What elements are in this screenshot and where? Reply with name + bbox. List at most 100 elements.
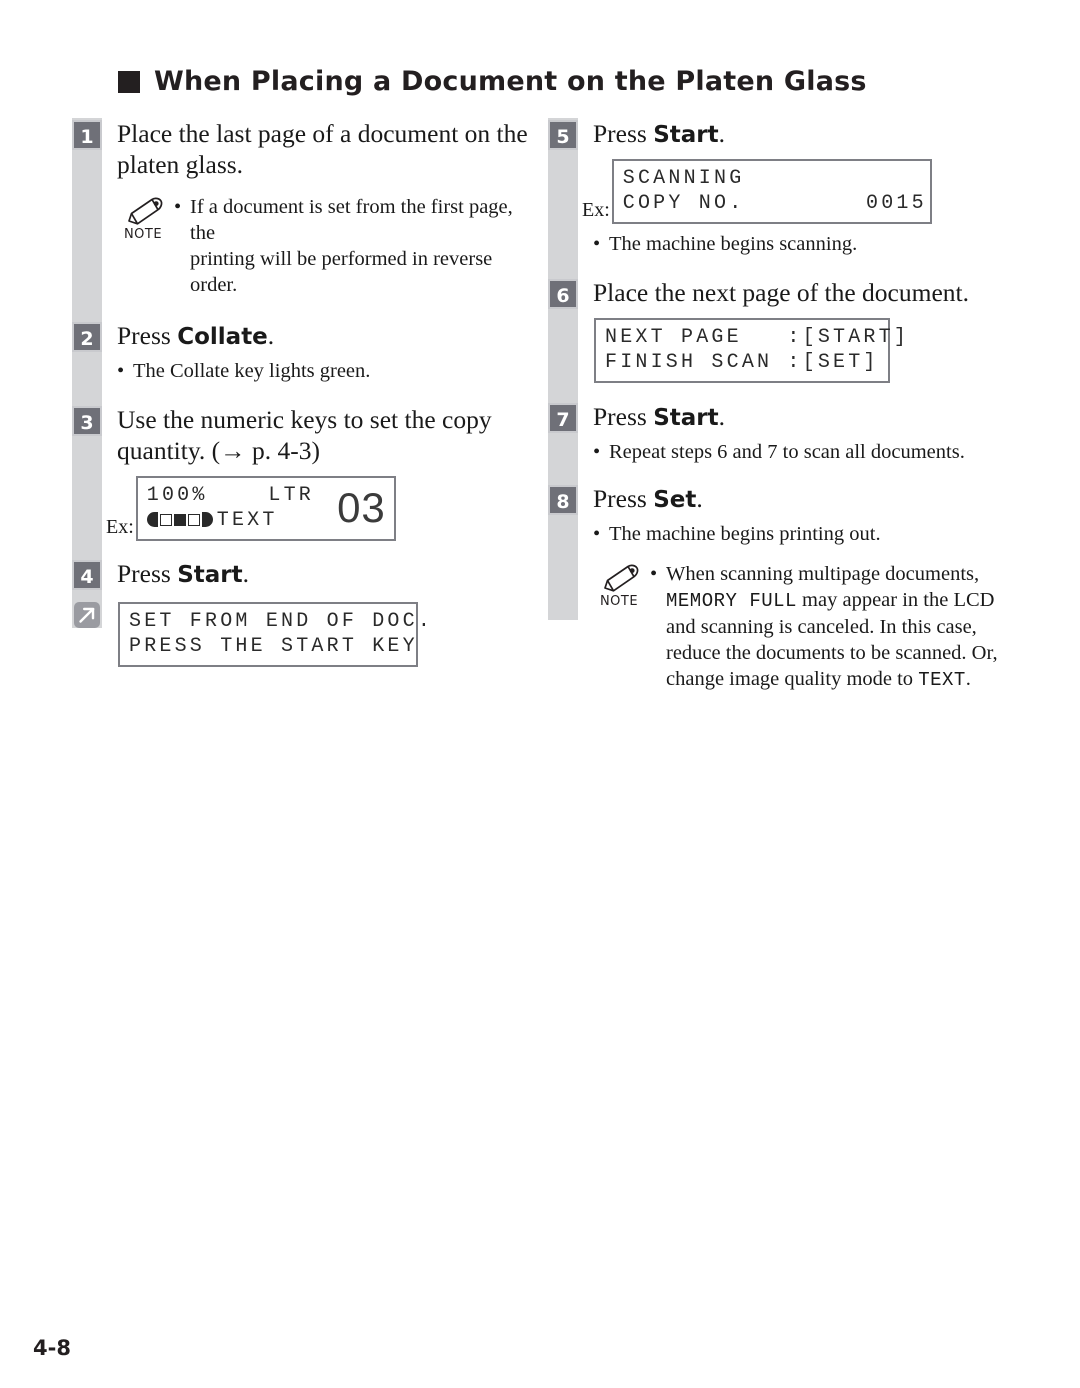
step-8-note-body: • When scanning multipage documents, MEM… (650, 561, 1018, 693)
step-8: 8 Press Set. • The machine begins printi… (548, 483, 1018, 693)
step-number-3: 3 (72, 406, 102, 436)
step-7-bullet: • Repeat steps 6 and 7 to scan all docum… (593, 439, 1018, 465)
page-number: 4-8 (33, 1336, 71, 1360)
step-4-lcd-panel: SET FROM END OF DOC. PRESS THE START KEY (118, 602, 434, 667)
step-3: 3 Use the numeric keys to set the copy q… (72, 404, 542, 541)
bullet-dot-icon: • (593, 441, 601, 463)
pencil-icon (604, 564, 639, 592)
step-4-lcd-line-2: PRESS THE START KEY (129, 635, 418, 658)
step-3-lcd-panel: 100% LTR TEXT 03 (135, 476, 396, 541)
step-1-text: Place the last page of a document on the… (102, 118, 528, 180)
step-3-text: Use the numeric keys to set the copy qua… (102, 404, 492, 466)
step-4-prefix: Press (117, 559, 178, 588)
step-7-suffix: . (718, 402, 726, 431)
step-3-line-1: Use the numeric keys to set the copy (117, 405, 492, 434)
step-6-text: Place the next page of the document. (578, 277, 969, 308)
step-7-text: Press Start. (578, 401, 725, 434)
step-7-keyword: Start (653, 405, 719, 431)
step-1-note-bullet: • If a document is set from the first pa… (174, 194, 542, 298)
step-1-note-body: • If a document is set from the first pa… (174, 194, 542, 298)
bullet-dot-icon: • (174, 196, 182, 218)
step-8-bullet-text: The machine begins printing out. (609, 523, 881, 545)
step-3-copy-counter: 03 (337, 483, 386, 531)
step-6: 6 Place the next page of the document. N… (548, 277, 1018, 383)
step-4-lcd-group: SET FROM END OF DOC. PRESS THE START KEY (118, 602, 542, 667)
step-number-7: 7 (548, 403, 578, 433)
step-8-text: Press Set. (578, 483, 703, 516)
note-icon-group: NOTE (112, 194, 174, 242)
heading-bullet-square-icon (118, 70, 140, 93)
step-1: 1 Place the last page of a document on t… (72, 118, 542, 298)
step-8-prefix: Press (593, 484, 654, 513)
step-number-1: 1 (72, 120, 102, 150)
step-3-lcd-line-2: TEXT (146, 508, 320, 533)
step-8-note-line-4: reduce the documents to be scanned. Or, (666, 642, 998, 664)
step-5-lcd-line-2: COPY NO. 0015 (622, 192, 927, 215)
step-4-text: Press Start. (102, 558, 249, 591)
step-8-note-line-5a: change image quality mode to (666, 668, 919, 690)
step-6-lcd-line-2: FINISH SCAN :[SET] (605, 351, 879, 374)
bullet-dot-icon: • (593, 523, 601, 545)
left-step-list: 1 Place the last page of a document on t… (72, 118, 542, 667)
step-8-note-bullet: • When scanning multipage documents, MEM… (650, 561, 1018, 693)
step-5-lcd-panel: SCANNING COPY NO. 0015 (611, 159, 932, 224)
step-6-lcd-group: NEXT PAGE :[START] FINISH SCAN :[SET] (594, 318, 1018, 383)
diagonal-arrow-up-right-icon (79, 607, 95, 623)
step-number-2: 2 (72, 322, 102, 352)
page-heading: When Placing a Document on the Platen Gl… (118, 66, 867, 97)
step-8-keyword: Set (653, 487, 697, 513)
step-8-note-text-mode: TEXT (918, 669, 966, 691)
page-title: When Placing a Document on the Platen Gl… (154, 66, 867, 97)
step-3-lcd-mode: TEXT (216, 509, 278, 532)
step-5-lcd-line-1: SCANNING (622, 167, 745, 190)
step-8-bullet: • The machine begins printing out. (593, 521, 1018, 547)
bullet-dot-icon: • (650, 563, 658, 585)
step-4-lcd-line-1: SET FROM END OF DOC. (129, 610, 434, 633)
step-2-bullet: • The Collate key lights green. (117, 358, 542, 384)
step-8-note: NOTE • When scanning multipage documents… (588, 561, 1018, 693)
step-number-8: 8 (548, 485, 578, 515)
step-2-text: Press Collate. (102, 320, 274, 353)
step-8-note-line-5b: . (965, 668, 971, 690)
step-7-prefix: Press (593, 402, 654, 431)
step-number-6: 6 (548, 279, 578, 309)
step-5-suffix: . (718, 119, 726, 148)
step-4-suffix: . (242, 559, 250, 588)
step-8-note-line-1: When scanning multipage documents, (666, 563, 980, 585)
bullet-dot-icon: • (593, 233, 601, 255)
step-1-line-2: platen glass. (117, 150, 244, 179)
step-4-keyword: Start (177, 562, 243, 588)
step-2: 2 Press Collate. • The Collate key light… (72, 320, 542, 384)
step-1-note-line-1: If a document is set from the first page… (190, 196, 513, 244)
jump-arrow-chip[interactable] (74, 602, 100, 628)
left-column: 1 Place the last page of a document on t… (72, 118, 542, 667)
step-1-line-1: Place the last page of a document on the (117, 119, 528, 148)
step-6-lcd-line-1: NEXT PAGE :[START] (605, 326, 910, 349)
pencil-icon (128, 197, 163, 225)
note-label: NOTE (599, 594, 639, 609)
step-1-note: NOTE • If a document is set from the fir… (112, 194, 542, 298)
step-8-note-line-3: and scanning is canceled. In this case, (666, 616, 977, 638)
step-5-bullet: • The machine begins scanning. (593, 231, 1018, 257)
step-6-line-1: Place the next page of the document. (593, 278, 969, 307)
right-step-list: 5 Press Start. Ex: SCANNING COPY NO. 001… (548, 118, 1018, 693)
step-5-prefix: Press (593, 119, 654, 148)
step-3-lcd-line-1: 100% LTR (146, 484, 315, 507)
step-number-5: 5 (548, 120, 578, 150)
step-4: 4 Press Start. SET FROM END OF DOC. PRES… (72, 558, 542, 667)
step-5-text: Press Start. (578, 118, 725, 151)
step-3-ex-label: Ex: (106, 516, 134, 538)
step-5-ex-label: Ex: (582, 199, 610, 221)
step-2-prefix: Press (117, 321, 178, 350)
step-5: 5 Press Start. Ex: SCANNING COPY NO. 001… (548, 118, 1018, 257)
density-indicator-icon (146, 512, 213, 527)
step-8-note-line-2b: may appear in the LCD (796, 589, 995, 611)
step-3-lcd-group: Ex: 100% LTR TEXT 03 (106, 476, 542, 541)
step-3-line-2: quantity. (→ p. 4-3) (117, 436, 321, 465)
step-5-keyword: Start (653, 122, 719, 148)
step-6-lcd-panel: NEXT PAGE :[START] FINISH SCAN :[SET] (594, 318, 910, 383)
step-2-suffix: . (267, 321, 275, 350)
step-1-note-line-2: printing will be performed in reverse or… (190, 248, 493, 296)
step-5-lcd-group: Ex: SCANNING COPY NO. 0015 (582, 159, 1018, 224)
note-icon-group: NOTE (588, 561, 650, 609)
